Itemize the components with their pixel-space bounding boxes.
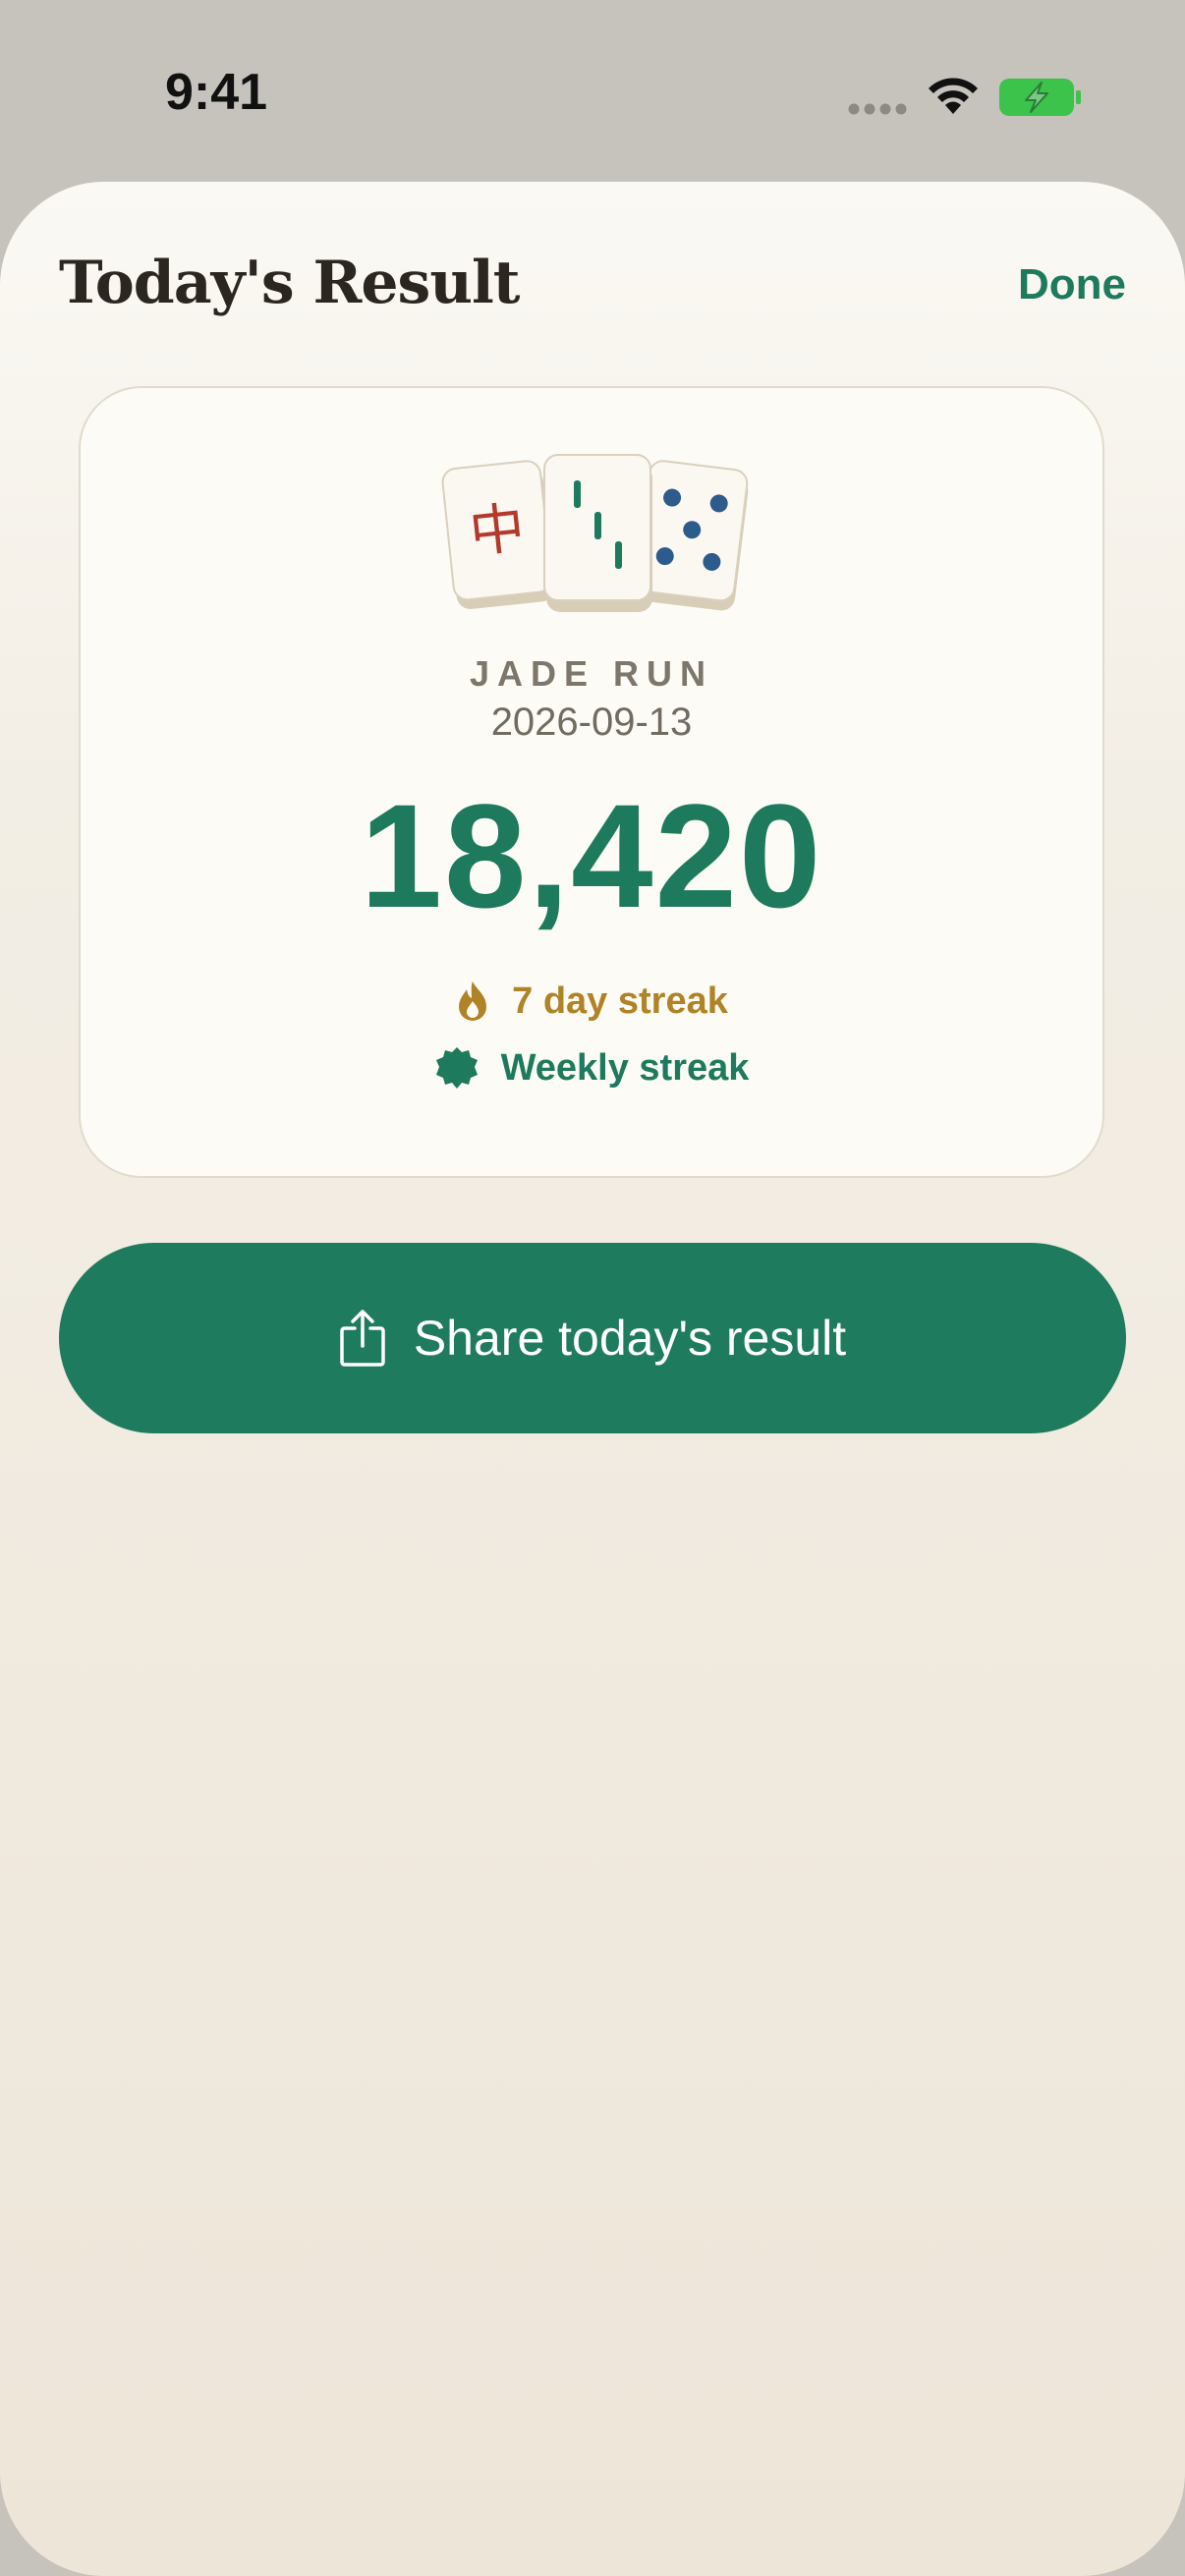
status-time: 9:41: [165, 64, 268, 121]
result-card: 中 JADE RUN 2026-09-13 18,420 7 day strea…: [79, 386, 1104, 1178]
wifi-icon: [929, 78, 978, 114]
red-dragon-tile-icon: 中: [441, 460, 555, 610]
score: 18,420: [360, 773, 823, 938]
game-name: JADE RUN: [469, 653, 714, 694]
weekly-streak-label: Weekly streak: [500, 1046, 750, 1089]
share-icon: [340, 1310, 385, 1367]
flame-icon: [459, 981, 487, 1021]
share-button-label: Share today's result: [413, 1311, 847, 1366]
status-bar: 9:41: [0, 0, 1185, 187]
weekly-streak-row: Weekly streak: [81, 1040, 1102, 1095]
game-date: 2026-09-13: [490, 700, 693, 744]
sheet-title: Today's Result: [59, 249, 520, 317]
share-result-button[interactable]: Share today's result: [59, 1243, 1126, 1433]
mahjong-tiles: 中: [441, 454, 749, 612]
day-streak-row: 7 day streak: [81, 974, 1102, 1029]
svg-text:中: 中: [467, 496, 528, 565]
day-streak-label: 7 day streak: [512, 980, 728, 1022]
bamboo-three-tile-icon: [543, 454, 652, 612]
done-button[interactable]: Done: [1018, 260, 1126, 309]
signal-dots-icon: [848, 103, 907, 115]
badge-seal-icon: [435, 1047, 478, 1089]
battery-charging-icon: [999, 79, 1081, 116]
result-sheet: Today's Result Done 中 JADE RUN 2026-09-1…: [0, 182, 1185, 2576]
